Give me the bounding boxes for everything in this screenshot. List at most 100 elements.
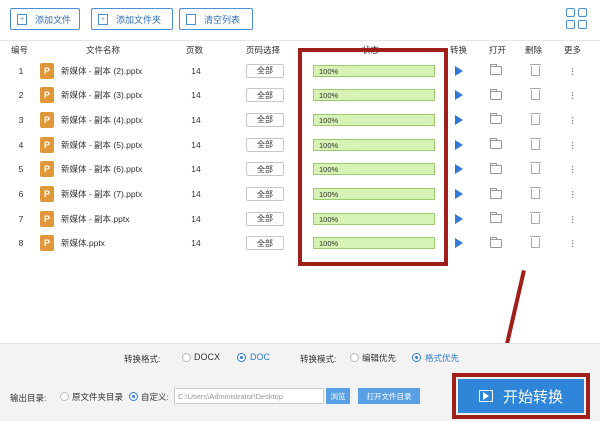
row-pages: 14 (191, 213, 201, 224)
row-index: 5 (18, 164, 24, 175)
convert-play-icon[interactable] (455, 164, 463, 175)
delete-icon[interactable] (529, 63, 541, 76)
row-pages: 14 (191, 139, 201, 150)
format-doc-radio[interactable] (237, 353, 246, 362)
more-icon[interactable]: ··· (567, 215, 579, 223)
col-convert: 转换 (450, 45, 468, 55)
pptx-file-icon: P (40, 186, 54, 202)
delete-icon[interactable] (529, 236, 541, 249)
row-pages: 14 (191, 114, 201, 125)
table-row: 5 P 新媒体 - 副本 (6).pptx 14 全部 100% ··· (0, 157, 590, 182)
more-icon[interactable]: ··· (567, 165, 579, 173)
row-index: 4 (18, 139, 24, 150)
more-icon[interactable]: ··· (567, 91, 579, 99)
mode-format-label[interactable]: 格式优先 (425, 352, 459, 364)
page-select-button[interactable]: 全部 (246, 236, 284, 251)
row-pages: 14 (191, 65, 201, 76)
convert-play-icon[interactable] (455, 114, 463, 125)
convert-play-icon[interactable] (455, 213, 463, 224)
page-select-button[interactable]: 全部 (246, 63, 284, 78)
delete-icon[interactable] (529, 162, 541, 175)
open-folder-icon[interactable] (490, 113, 502, 125)
open-folder-icon[interactable] (490, 212, 502, 224)
open-folder-icon[interactable] (490, 64, 502, 75)
trash-icon (186, 13, 196, 25)
table-row: 7 P 新媒体 - 副本.pptx 14 全部 100% ··· (0, 206, 590, 231)
pptx-file-icon: P (40, 111, 54, 128)
play-icon (478, 390, 493, 402)
output-source-label[interactable]: 原文件夹目录 (72, 391, 123, 403)
row-pages: 14 (191, 189, 201, 199)
open-folder-icon[interactable] (490, 187, 502, 199)
row-index: 6 (18, 189, 24, 199)
row-filename: 新媒体 - 副本 (7).pptx (61, 189, 143, 199)
clear-list-button[interactable]: 清空列表 (179, 8, 253, 30)
output-path-input[interactable]: C:\Users\Administrator\Desktop (174, 388, 324, 404)
col-index: 编号 (11, 45, 29, 55)
start-highlight-box: 开始转换 (452, 373, 590, 419)
pptx-file-icon: P (40, 87, 54, 104)
page-select-button[interactable]: 全部 (246, 112, 284, 127)
more-icon[interactable]: ··· (567, 67, 579, 75)
col-more: 更多 (564, 45, 582, 55)
more-icon[interactable]: ··· (567, 141, 579, 149)
delete-icon[interactable] (529, 88, 541, 101)
delete-icon[interactable] (529, 187, 541, 199)
format-docx-radio[interactable] (182, 353, 191, 362)
mode-label: 转换模式: (300, 354, 337, 364)
page-select-button[interactable]: 全部 (246, 211, 284, 226)
output-source-radio[interactable] (60, 392, 69, 401)
mode-edit-label[interactable]: 编辑优先 (362, 352, 396, 364)
add-file-button[interactable]: + 添加文件 (10, 8, 80, 30)
open-folder-button[interactable]: 打开文件目录 (358, 388, 420, 404)
row-index: 3 (18, 114, 24, 125)
add-folder-label: 添加文件夹 (116, 14, 162, 25)
col-page-select: 页码选择 (246, 45, 281, 55)
browse-button[interactable]: 浏览 (326, 388, 350, 404)
format-docx-label[interactable]: DOCX (194, 352, 220, 362)
convert-play-icon[interactable] (455, 90, 463, 101)
pptx-file-icon: P (40, 210, 54, 227)
start-convert-button[interactable]: 开始转换 (458, 379, 584, 413)
delete-icon[interactable] (529, 211, 541, 224)
page-select-button[interactable]: 全部 (246, 137, 284, 152)
table-row: 8 P 新媒体.pptx 14 全部 100% ··· (0, 231, 590, 256)
app-window: + 添加文件 + 添加文件夹 清空列表 编号 文件名称 页数 页码选择 状态 转… (0, 0, 600, 421)
add-folder-button[interactable]: + 添加文件夹 (91, 8, 173, 30)
output-custom-radio[interactable] (129, 392, 138, 401)
row-index: 8 (18, 238, 24, 249)
page-select-button[interactable]: 全部 (246, 187, 284, 201)
status-highlight-box (298, 48, 448, 266)
page-select-button[interactable]: 全部 (246, 88, 284, 103)
more-icon[interactable]: ··· (567, 239, 579, 247)
open-folder-icon[interactable] (490, 88, 502, 100)
mode-format-radio[interactable] (412, 353, 421, 362)
table-row: 3 P 新媒体 - 副本 (4).pptx 14 全部 100% ··· (0, 107, 590, 132)
mode-edit-radio[interactable] (350, 353, 359, 362)
delete-icon[interactable] (529, 112, 541, 125)
open-folder-icon[interactable] (490, 162, 502, 174)
open-folder-icon[interactable] (490, 236, 502, 248)
row-pages: 14 (191, 238, 201, 249)
row-filename: 新媒体 - 副本 (2).pptx (61, 65, 143, 76)
page-select-button[interactable]: 全部 (246, 162, 284, 177)
format-doc-label[interactable]: DOC (250, 352, 270, 362)
pptx-file-icon: P (40, 161, 54, 178)
row-filename: 新媒体 - 副本 (4).pptx (61, 114, 143, 125)
delete-icon[interactable] (529, 137, 541, 150)
convert-play-icon[interactable] (455, 139, 463, 150)
row-filename: 新媒体 - 副本 (6).pptx (61, 164, 143, 175)
row-index: 2 (18, 90, 24, 101)
row-filename: 新媒体 - 副本 (5).pptx (61, 139, 143, 150)
convert-play-icon[interactable] (455, 238, 463, 249)
more-icon[interactable]: ··· (567, 116, 579, 124)
add-file-label: 添加文件 (35, 14, 72, 25)
output-custom-label[interactable]: 自定义: (141, 391, 169, 403)
open-folder-icon[interactable] (490, 138, 502, 150)
row-filename: 新媒体 - 副本 (3).pptx (61, 90, 143, 101)
grid-view-icon[interactable] (566, 8, 588, 30)
col-delete: 删除 (525, 45, 543, 55)
more-icon[interactable]: ··· (567, 190, 579, 198)
convert-play-icon[interactable] (455, 65, 463, 76)
convert-play-icon[interactable] (455, 189, 463, 199)
